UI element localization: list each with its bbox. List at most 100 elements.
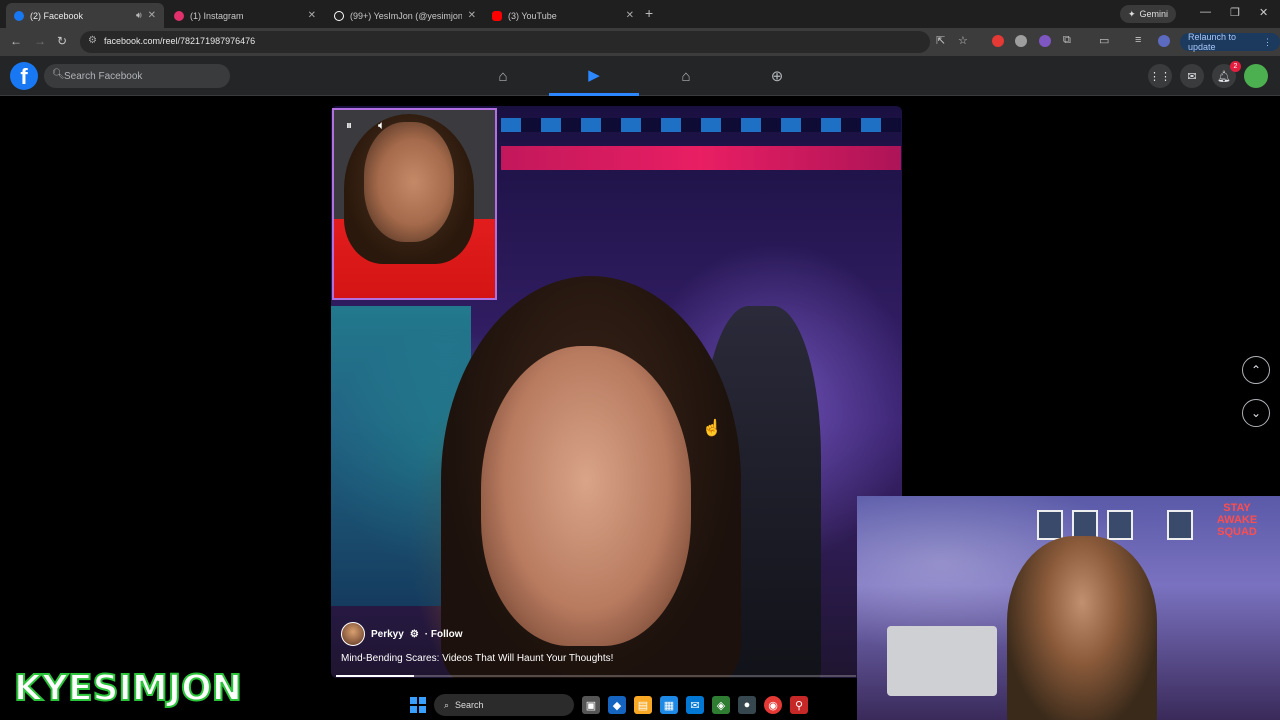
notification-badge: 2 <box>1230 61 1241 72</box>
follow-button[interactable]: · Follow <box>425 629 463 640</box>
reel-caption: Mind-Bending Scares: Videos That Will Ha… <box>341 653 614 664</box>
extension-purple-icon[interactable] <box>1039 35 1051 47</box>
account-avatar[interactable] <box>1244 64 1268 88</box>
new-tab-icon[interactable]: + <box>645 5 653 21</box>
search-icon: 🔍︎ <box>52 69 65 80</box>
tab-youtube[interactable]: (3) YouTube ✕ <box>484 3 642 28</box>
forward-icon[interactable]: → <box>34 34 46 48</box>
more-options-icon[interactable]: ⋮ <box>1263 37 1272 48</box>
media-control-icon[interactable]: ≡ <box>1135 34 1141 46</box>
mail-icon[interactable]: ✉ <box>686 696 704 714</box>
task-view-icon[interactable]: ▣ <box>582 696 600 714</box>
speaker-icon[interactable]: 🔊︎ <box>136 10 142 21</box>
copilot-icon[interactable]: ◆ <box>608 696 626 714</box>
nav-home[interactable]: ⌂ <box>458 56 548 96</box>
close-tab-icon[interactable]: ✕ <box>308 10 316 21</box>
arena-lights <box>501 118 901 132</box>
obs-icon[interactable]: ● <box>738 696 756 714</box>
extensions-puzzle-icon[interactable]: ⧉ <box>1063 34 1071 47</box>
address-bar[interactable]: ⚙ facebook.com/reel/782171987976476 <box>80 31 930 53</box>
wall-sign: STAY AWAKE SQUAD <box>1216 502 1258 538</box>
browser-tab-strip: (2) Facebook 🔊︎ ✕ (1) Instagram ✕ (99+) … <box>0 0 1280 28</box>
restore-icon[interactable]: ❐ <box>1230 6 1240 19</box>
store-icon[interactable]: ▦ <box>660 696 678 714</box>
pip-subject-face <box>364 122 454 242</box>
reload-icon[interactable]: ↻ <box>57 34 67 48</box>
wall-picture <box>1167 510 1193 540</box>
tab-instagram[interactable]: (1) Instagram ✕ <box>166 3 324 28</box>
taskbar-search[interactable]: ⌕ Search <box>434 694 574 716</box>
side-panel-icon[interactable]: ▭ <box>1099 34 1109 47</box>
webcam-subject <box>1007 536 1157 720</box>
tab-tiktok[interactable]: (99+) YesImJon (@yesimjon) | Ti ✕ <box>326 3 484 28</box>
windows-start-icon[interactable] <box>410 697 426 713</box>
back-icon[interactable]: ← <box>10 34 22 48</box>
nav-gaming[interactable]: ⊕ <box>732 56 822 96</box>
gemini-button[interactable]: ✦ Gemini <box>1120 5 1177 23</box>
taskbar-search-label: Search <box>455 700 484 710</box>
minimize-icon[interactable]: — <box>1200 6 1211 18</box>
next-reel-button[interactable]: ⌄ <box>1242 399 1270 427</box>
sparkle-icon: ✦ <box>1128 8 1136 19</box>
facebook-header: f 🔍︎ ⌂ ▶ ⌂ ⊕ ⋮⋮ ✉ 🔔︎ <box>0 56 1280 96</box>
extension-grey-icon[interactable] <box>1015 35 1027 47</box>
tab-title: (1) Instagram <box>190 10 244 21</box>
screen: (2) Facebook 🔊︎ ✕ (1) Instagram ✕ (99+) … <box>0 0 1280 720</box>
watermark-k: K <box>13 667 43 710</box>
channel-watermark: KYESIMJON <box>13 667 243 710</box>
gaming-icon: ⊕ <box>770 68 784 85</box>
close-tab-icon[interactable]: ✕ <box>626 10 634 21</box>
facebook-favicon-icon <box>14 10 24 21</box>
gemini-label: Gemini <box>1139 9 1169 19</box>
facebook-logo-icon[interactable]: f <box>10 62 38 90</box>
facebook-search[interactable]: 🔍︎ <box>44 64 230 88</box>
chrome-icon[interactable]: ◉ <box>764 696 782 714</box>
reaction-pip-video <box>332 108 497 300</box>
streamer-webcam: STAY AWAKE SQUAD <box>857 496 1280 720</box>
extension-red-icon[interactable] <box>992 35 1004 47</box>
relaunch-button[interactable]: Relaunch to update ⋮ <box>1180 32 1280 52</box>
close-tab-icon[interactable]: ✕ <box>148 10 156 21</box>
mouse-cursor-icon: ☝ <box>702 420 722 437</box>
site-info-icon[interactable]: ⚙ <box>88 35 97 46</box>
windows-taskbar: ⌕ Search ▣ ◆ ▤ ▦ ✉ ◈ ● ◉ ⚲ <box>400 690 860 720</box>
profile-avatar-icon[interactable] <box>1158 35 1170 47</box>
laptop <box>887 626 997 696</box>
close-tab-icon[interactable]: ✕ <box>468 10 476 21</box>
tab-title: (2) Facebook <box>30 10 84 21</box>
menu-grid-icon[interactable]: ⋮⋮ <box>1148 64 1172 88</box>
wall-picture <box>1107 510 1133 540</box>
home-icon: ⌂ <box>498 67 508 85</box>
app-pin-icon[interactable]: ⚲ <box>790 696 808 714</box>
search-icon: ⌕ <box>444 699 450 710</box>
messenger-icon[interactable]: ✉ <box>1180 64 1204 88</box>
author-avatar[interactable] <box>341 622 365 646</box>
wall-picture <box>1037 510 1063 540</box>
arena-banner <box>501 146 901 170</box>
browser-toolbar: ← → ↻ ⚙ facebook.com/reel/78217198797647… <box>0 28 1280 56</box>
close-window-icon[interactable]: ✕ <box>1259 6 1268 19</box>
tab-facebook[interactable]: (2) Facebook 🔊︎ ✕ <box>6 3 164 28</box>
author-name[interactable]: Perkyy <box>371 629 404 640</box>
verified-icon: ⚙ <box>409 628 419 640</box>
url-text: facebook.com/reel/782171987976476 <box>104 36 256 46</box>
tiktok-favicon-icon <box>334 10 344 21</box>
reel-progress-bar[interactable] <box>336 675 856 677</box>
chevron-up-icon: ⌃ <box>1250 363 1262 377</box>
reel-author[interactable]: Perkyy ⚙ · Follow <box>341 622 463 646</box>
pause-icon[interactable]: ⏸︎ <box>346 118 352 133</box>
chevron-down-icon: ⌄ <box>1250 406 1262 420</box>
nav-marketplace[interactable]: ⌂ <box>641 56 731 96</box>
marketplace-icon: ⌂ <box>681 67 691 85</box>
file-explorer-icon[interactable]: ▤ <box>634 696 652 714</box>
install-app-icon[interactable]: ⇱ <box>936 34 945 47</box>
reels-icon: ▶ <box>588 66 600 84</box>
tab-title: (3) YouTube <box>508 10 557 21</box>
previous-reel-button[interactable]: ⌃ <box>1242 356 1270 384</box>
volume-icon[interactable]: 🔈︎ <box>378 118 385 133</box>
nav-reels[interactable]: ▶ <box>549 56 639 96</box>
bookmark-star-icon[interactable]: ☆ <box>958 34 968 47</box>
app-icon[interactable]: ◈ <box>712 696 730 714</box>
relaunch-label: Relaunch to update <box>1188 32 1237 52</box>
search-input[interactable] <box>64 67 224 85</box>
